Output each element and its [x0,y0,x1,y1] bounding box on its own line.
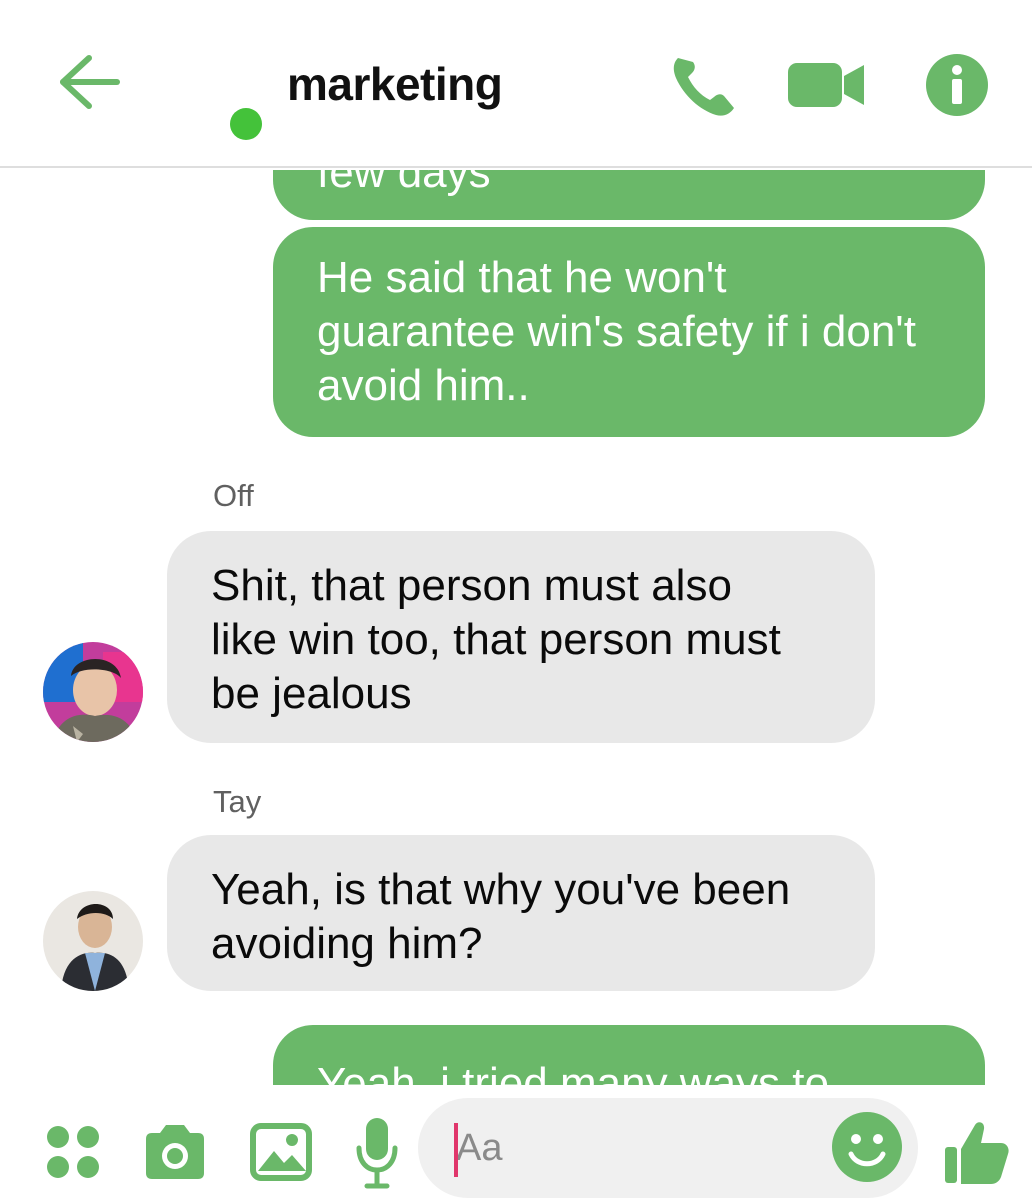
info-button[interactable] [922,48,992,122]
camera-icon [146,1125,204,1179]
emoji-button[interactable] [828,1108,906,1186]
message-line: Yeah, is that why you've been [211,865,791,914]
message-bubble-outgoing[interactable]: few days [273,170,985,220]
voice-message-button[interactable] [350,1115,404,1191]
message-line: He said that he won't [317,253,727,302]
video-camera-icon [788,63,864,107]
back-button[interactable] [54,50,124,114]
message-line: be jealous [211,669,412,718]
apps-grid-icon [47,1126,99,1178]
avatar-image [43,891,143,991]
message-line: like win too, that person must [211,615,781,664]
voice-call-button[interactable] [664,48,740,122]
microphone-icon [356,1118,398,1189]
message-bubble-outgoing[interactable]: He said that he won't guarantee win's sa… [273,227,985,437]
info-icon [926,54,988,116]
gallery-button[interactable] [248,1119,314,1185]
message-input[interactable] [456,1122,816,1174]
text-cursor [454,1123,458,1177]
arrow-left-icon [60,55,120,109]
message-list[interactable]: few days He said that he won't guarantee… [0,170,1032,1085]
conversation-header: marketing [0,0,1032,168]
composer-bar [0,1085,1032,1200]
message-line: avoid him.. [317,361,530,410]
camera-button[interactable] [140,1119,210,1185]
message-bubble-incoming[interactable]: Shit, that person must also like win too… [167,531,875,743]
online-status-dot [230,108,262,140]
more-actions-button[interactable] [40,1119,106,1185]
phone-icon [673,58,734,116]
message-line: avoiding him? [211,919,483,968]
message-bubble-incoming[interactable]: Yeah, is that why you've been avoiding h… [167,835,875,991]
message-line: Yeah, i tried many ways to [317,1059,829,1085]
message-line: few days [317,170,491,197]
avatar-image [43,642,143,742]
message-line: guarantee win's safety if i don't [317,307,916,356]
thumbs-up-icon [945,1122,1009,1184]
sender-name: Tay [213,784,262,819]
conversation-title[interactable]: marketing [287,57,503,111]
thumbs-up-button[interactable] [938,1115,1014,1189]
message-bubble-outgoing[interactable]: Yeah, i tried many ways to [273,1025,985,1085]
sender-name: Off [213,478,254,513]
message-composer[interactable] [418,1098,918,1198]
avatar[interactable] [43,891,143,991]
gallery-icon [250,1123,312,1181]
video-call-button[interactable] [786,48,866,122]
avatar[interactable] [43,642,143,742]
emoji-icon [832,1112,902,1182]
message-line: Shit, that person must also [211,561,732,610]
